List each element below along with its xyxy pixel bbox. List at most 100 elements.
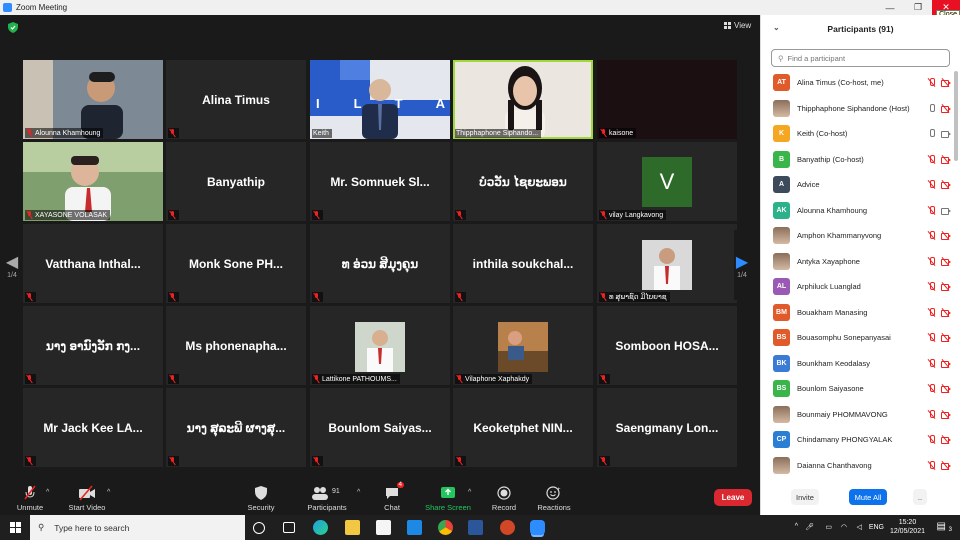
mail-icon[interactable]	[407, 520, 422, 535]
invite-button[interactable]: Invite	[791, 489, 819, 505]
participant-row[interactable]: Thipphaphone Siphandone (Host)	[761, 96, 951, 122]
participant-row[interactable]: BS Bouasomphu Sonepanyasai	[761, 325, 951, 351]
more-button[interactable]: ..	[913, 489, 927, 505]
chevron-up-icon[interactable]: ^	[795, 523, 798, 530]
video-tile[interactable]: Alina Timus	[166, 60, 306, 139]
video-tile[interactable]: V vilay Langkavong	[597, 142, 737, 221]
participant-row[interactable]: A Advice	[761, 172, 951, 198]
participant-row[interactable]: AT Alina Timus (Co-host, me)	[761, 70, 951, 96]
participant-row[interactable]: BK Bounkham Keodalasy	[761, 351, 951, 377]
participant-row[interactable]: AL Arphiluck Luanglad	[761, 274, 951, 300]
next-page-button[interactable]: ▶ 1/4	[734, 230, 750, 300]
participant-name: Vilaphone Xaphakdy	[465, 375, 530, 383]
mic-muted-icon	[600, 457, 607, 465]
video-tile[interactable]: Ms phonenapha...	[166, 306, 306, 385]
video-tile[interactable]: Keoketphet NIN...	[453, 388, 593, 467]
tile-label	[599, 374, 610, 384]
zoom-taskbar-icon[interactable]	[530, 520, 545, 535]
participant-row[interactable]: Amphon Khammanyvong	[761, 223, 951, 249]
restore-button[interactable]: ❐	[904, 0, 932, 15]
video-tile-active-speaker[interactable]: Thipphaphone Siphando...	[453, 60, 593, 139]
edge-icon[interactable]	[313, 520, 328, 535]
task-view-icon[interactable]	[283, 522, 295, 533]
powerpoint-icon[interactable]	[500, 520, 515, 535]
search-input[interactable]	[787, 53, 938, 63]
participant-row[interactable]: AK Alounna Khamhoung	[761, 198, 951, 224]
video-tile[interactable]: Vilaphone Xaphakdy	[453, 306, 593, 385]
notifications-icon[interactable]: ▤	[937, 521, 946, 532]
video-tile[interactable]: XAYASONE VOLASAK	[23, 142, 163, 221]
video-tile[interactable]: ນາງ ສຸລະພີ ຜາງສຸ...	[166, 388, 306, 467]
participant-row[interactable]: Daianna Chanthavong	[761, 453, 951, 479]
participant-row[interactable]: CP Chindamany PHONGYALAK	[761, 427, 951, 453]
participant-row[interactable]: BM Bouakham Manasing	[761, 300, 951, 326]
participant-search[interactable]: ⚲	[771, 49, 950, 67]
tile-label: Keith	[312, 129, 332, 138]
participant-row[interactable]: B Banyathip (Co-host)	[761, 147, 951, 173]
mic-icon[interactable]: 🎤︎	[805, 523, 814, 531]
store-icon[interactable]	[376, 520, 391, 535]
video-tile[interactable]: ILTA Keith	[310, 60, 450, 139]
video-tile[interactable]: ທ ອ່ວນ ສີມຸງຄຸນ	[310, 224, 450, 303]
tile-label: ທ ສຸພາຊົດ ມີໄບຍາຊ	[599, 292, 670, 302]
mic-muted-icon	[313, 457, 320, 465]
video-tile[interactable]: ບໍວວັນ ໄຊຍະພອນ	[453, 142, 593, 221]
clock[interactable]: 15:20 12/05/2021	[890, 518, 925, 536]
chat-badge: 4	[396, 482, 404, 488]
shield-icon[interactable]	[8, 22, 18, 33]
leave-button[interactable]: Leave	[714, 489, 752, 506]
minimize-button[interactable]: —	[876, 0, 904, 15]
reactions-button[interactable]: + Reactions	[524, 485, 584, 512]
video-tile[interactable]: inthila soukchal...	[453, 224, 593, 303]
participant-row[interactable]: Antyka Xayaphone	[761, 249, 951, 275]
video-tile[interactable]: ນາງ ອານົງວັກ ກງ...	[23, 306, 163, 385]
file-explorer-icon[interactable]	[345, 520, 360, 535]
security-button[interactable]: Security	[231, 485, 291, 512]
participants-options-caret[interactable]: ^	[357, 489, 360, 496]
cortana-icon[interactable]	[253, 522, 265, 534]
notification-count: 3	[948, 527, 952, 533]
share-options-caret[interactable]: ^	[468, 489, 471, 496]
chat-button[interactable]: 4 Chat	[362, 482, 422, 512]
prev-page-button[interactable]: ◀ 1/4	[4, 230, 20, 300]
video-off-icon	[941, 383, 951, 394]
video-off-icon	[941, 230, 951, 241]
participant-row[interactable]: Bounmaiy PHOMMAVONG	[761, 402, 951, 428]
audio-options-caret[interactable]: ^	[46, 489, 49, 496]
taskbar-search[interactable]: ⚲ Type here to search	[30, 515, 245, 540]
participants-button[interactable]: 91 Participants	[297, 485, 357, 512]
participant-name: Bounkham Keodalasy	[797, 358, 870, 368]
view-button[interactable]: View	[724, 21, 751, 30]
tile-label: XAYASONE VOLASAK	[25, 210, 111, 220]
input-language[interactable]: ENG	[869, 524, 884, 531]
panel-scrollbar[interactable]	[954, 71, 958, 161]
video-tile[interactable]: Bounlom Saiyas...	[310, 388, 450, 467]
participant-row[interactable]: K Keith (Co-host)	[761, 121, 951, 147]
participant-name: XAYASONE VOLASAK	[35, 211, 108, 219]
mic-muted-icon	[927, 409, 936, 419]
video-tile[interactable]: ທ ສຸພາຊົດ ມີໄບຍາຊ	[597, 224, 737, 303]
participant-row[interactable]: BS Bounlom Saiyasone	[761, 376, 951, 402]
wifi-icon[interactable]: ◠	[841, 523, 847, 531]
video-tile[interactable]: Mr. Somnuek Sl...	[310, 142, 450, 221]
chrome-icon[interactable]	[438, 520, 453, 535]
video-tile[interactable]: Alounna Khamhoung	[23, 60, 163, 139]
video-options-caret[interactable]: ^	[107, 489, 110, 496]
video-tile[interactable]: Monk Sone PH...	[166, 224, 306, 303]
video-tile[interactable]: Somboon HOSA...	[597, 306, 737, 385]
unmute-button[interactable]: Unmute	[0, 485, 60, 512]
chevron-down-icon[interactable]: ⌄	[773, 23, 780, 32]
battery-icon[interactable]: ▭	[825, 523, 832, 531]
word-icon[interactable]	[468, 520, 483, 535]
volume-icon[interactable]: ◁	[857, 523, 862, 531]
video-tile[interactable]: kaisone	[597, 60, 737, 139]
mic-muted-icon	[26, 457, 33, 465]
mute-all-button[interactable]: Mute All	[849, 489, 887, 505]
video-tile[interactable]: Lattikone PATHOUMS...	[310, 306, 450, 385]
video-tile[interactable]: Saengmany Lon...	[597, 388, 737, 467]
video-tile[interactable]: Banyathip	[166, 142, 306, 221]
tile-label	[312, 292, 323, 302]
video-tile[interactable]: Vatthana Inthal...	[23, 224, 163, 303]
windows-start-icon[interactable]	[10, 522, 21, 533]
video-tile[interactable]: Mr Jack Kee LA...	[23, 388, 163, 467]
